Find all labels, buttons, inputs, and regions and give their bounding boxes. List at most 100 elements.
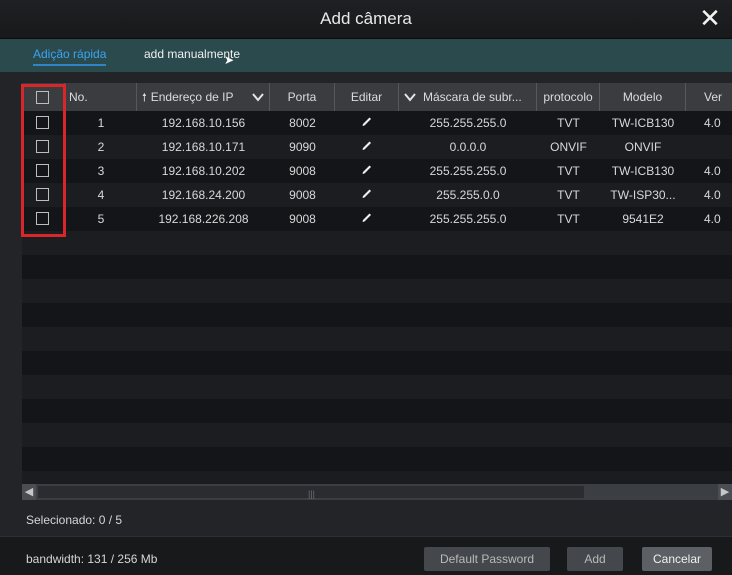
- cell-protocol: TVT: [557, 212, 580, 226]
- column-header-port[interactable]: Porta: [270, 83, 335, 111]
- cell-ver: 4.0: [704, 212, 721, 226]
- cell-port: 9008: [289, 212, 316, 226]
- row-checkbox[interactable]: [36, 188, 49, 201]
- scroll-left-icon[interactable]: ◀: [22, 484, 36, 500]
- select-all-checkbox[interactable]: [36, 91, 49, 104]
- cell-no: 1: [97, 116, 105, 130]
- cell-ip: 192.168.226.208: [158, 212, 249, 226]
- cell-ip: 192.168.10.202: [161, 164, 246, 178]
- edit-pencil-icon[interactable]: [361, 187, 373, 199]
- cell-model: TW-ICB130: [611, 116, 675, 130]
- tab-bar: Adição rápida add manualmente: [0, 39, 732, 72]
- edit-pencil-icon[interactable]: [361, 211, 373, 223]
- close-icon[interactable]: ✕: [696, 4, 724, 32]
- column-header-version[interactable]: Ver: [686, 83, 732, 111]
- edit-cell: [335, 207, 399, 231]
- cell-protocol: TVT: [557, 188, 580, 202]
- tab-quick-add[interactable]: Adição rápida: [33, 47, 107, 66]
- cell-port: 9090: [289, 140, 316, 154]
- empty-table-row: [22, 447, 732, 471]
- cell-no: 5: [97, 212, 105, 226]
- cell-ip: 192.168.10.171: [161, 140, 246, 154]
- dialog-footer: bandwidth: 131 / 256 Mb Default Password…: [0, 536, 732, 575]
- header-select-all-cell: [22, 83, 65, 111]
- cell-mask: 0.0.0.0: [449, 140, 487, 154]
- sort-ascending-icon: 🠕: [142, 92, 147, 104]
- table-row[interactable]: 1 192.168.10.156 8002 255.255.255.0 TVT TW-IC…: [22, 111, 732, 135]
- edit-cell: [335, 111, 399, 135]
- cell-ip: 192.168.24.200: [161, 188, 246, 202]
- column-header-edit[interactable]: Editar: [335, 83, 399, 111]
- chevron-down-icon[interactable]: [251, 90, 265, 104]
- scrollbar-grip-icon: |||: [308, 489, 316, 499]
- cell-protocol: TVT: [557, 164, 580, 178]
- empty-table-row: [22, 375, 732, 399]
- mouse-cursor-icon: ➤: [224, 53, 235, 67]
- selected-count: Selecionado: 0 / 5: [26, 513, 123, 527]
- column-header-mask-label: Máscara de subr...: [423, 90, 522, 104]
- row-checkbox[interactable]: [36, 212, 49, 225]
- cell-model: TW-ISP30...: [610, 188, 676, 202]
- cell-protocol: TVT: [557, 116, 580, 130]
- table-row[interactable]: 2 192.168.10.171 9090 0.0.0.0 ONVIF ONVIF: [22, 135, 732, 159]
- scrollbar-thumb[interactable]: |||: [38, 486, 584, 499]
- table-row[interactable]: 3 192.168.10.202 9008 255.255.255.0 TVT TW-IC…: [22, 159, 732, 183]
- cell-mask: 255.255.0.0: [436, 188, 500, 202]
- cell-ver: 4.0: [704, 164, 721, 178]
- cell-port: 9008: [289, 188, 316, 202]
- edit-cell: [335, 135, 399, 159]
- table-row[interactable]: 4 192.168.24.200 9008 255.255.0.0 TVT TW-ISP3…: [22, 183, 732, 207]
- scroll-right-icon[interactable]: ▶: [718, 484, 732, 500]
- column-header-model[interactable]: Modelo: [600, 83, 686, 111]
- column-header-protocol[interactable]: protocolo: [537, 83, 600, 111]
- add-button[interactable]: Add: [567, 547, 623, 571]
- edit-cell: [335, 159, 399, 183]
- cell-model: ONVIF: [624, 140, 662, 154]
- horizontal-scrollbar[interactable]: ◀ ||| ▶: [22, 484, 732, 500]
- cancel-button[interactable]: Cancelar: [642, 547, 712, 571]
- cell-port: 8002: [289, 116, 316, 130]
- row-checkbox[interactable]: [36, 140, 49, 153]
- cell-no: 3: [97, 164, 105, 178]
- cell-no: 4: [97, 188, 105, 202]
- cell-mask: 255.255.255.0: [429, 212, 507, 226]
- cell-ver: 4.0: [704, 116, 721, 130]
- empty-table-row: [22, 279, 732, 303]
- empty-table-row: [22, 231, 732, 255]
- add-camera-dialog: Add câmera ✕ Adição rápida add manualmen…: [0, 0, 732, 575]
- empty-table-row: [22, 399, 732, 423]
- cell-model: 9541E2: [622, 212, 664, 226]
- empty-table-row: [22, 351, 732, 375]
- cell-model: TW-ICB130: [611, 164, 675, 178]
- camera-table: No. 🠕 Endereço de IP Porta Editar Máscara…: [22, 83, 732, 493]
- column-header-mask[interactable]: Máscara de subr...: [399, 83, 537, 111]
- empty-table-row: [22, 423, 732, 447]
- cell-no: 2: [97, 140, 105, 154]
- chevron-down-icon[interactable]: [403, 90, 417, 104]
- row-checkbox[interactable]: [36, 164, 49, 177]
- bandwidth-status: bandwidth: 131 / 256 Mb: [26, 552, 158, 566]
- column-header-ip[interactable]: 🠕 Endereço de IP: [137, 83, 270, 111]
- column-header-ip-label: Endereço de IP: [150, 90, 234, 104]
- cell-ip: 192.168.10.156: [161, 116, 246, 130]
- edit-pencil-icon[interactable]: [361, 163, 373, 175]
- empty-table-row: [22, 303, 732, 327]
- cell-protocol: ONVIF: [550, 140, 587, 154]
- title-bar: Add câmera ✕: [0, 0, 732, 39]
- edit-pencil-icon[interactable]: [361, 139, 373, 151]
- table-row[interactable]: 5 192.168.226.208 9008 255.255.255.0 TVT 9541…: [22, 207, 732, 231]
- column-header-no[interactable]: No.: [65, 83, 137, 111]
- cell-ver: [686, 135, 732, 159]
- edit-cell: [335, 183, 399, 207]
- row-checkbox[interactable]: [36, 116, 49, 129]
- cell-ver: 4.0: [704, 188, 721, 202]
- cell-mask: 255.255.255.0: [429, 164, 507, 178]
- edit-pencil-icon[interactable]: [361, 115, 373, 127]
- empty-table-row: [22, 255, 732, 279]
- empty-table-row: [22, 327, 732, 351]
- dialog-title: Add câmera: [320, 9, 412, 28]
- cell-mask: 255.255.255.0: [429, 116, 507, 130]
- default-password-button[interactable]: Default Password: [424, 547, 550, 571]
- cell-port: 9008: [289, 164, 316, 178]
- table-header: No. 🠕 Endereço de IP Porta Editar Máscara…: [22, 83, 732, 111]
